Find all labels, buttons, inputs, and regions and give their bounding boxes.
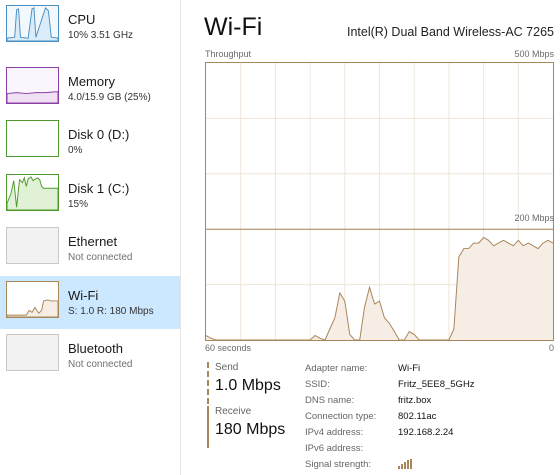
disk-0-thumbnail-graph: [6, 120, 59, 157]
page-title: Wi-Fi: [204, 13, 263, 41]
disk-1-thumbnail-graph: [6, 174, 59, 211]
sidebar-item-sub: 10% 3.51 GHz: [68, 30, 134, 41]
sidebar-item-sub: Not connected: [68, 252, 133, 263]
prop-adapter-name-value: Wi-Fi: [398, 363, 421, 374]
prop-ipv4-value: 192.168.2.24: [398, 427, 454, 438]
prop-ipv4-key: IPv4 address:: [305, 427, 364, 438]
cpu-thumbnail-graph: [6, 5, 59, 42]
sidebar: CPU 10% 3.51 GHz Memory 4.0/15.9 GB (25%…: [0, 0, 181, 475]
sidebar-item-label: CPU: [68, 12, 96, 27]
memory-thumbnail-graph: [6, 67, 59, 104]
send-label: Send: [215, 362, 239, 373]
sidebar-item-label: Disk 0 (D:): [68, 127, 130, 142]
ethernet-thumbnail-graph: [6, 227, 59, 264]
graph-max-label: 500 Mbps: [514, 49, 554, 59]
prop-adapter-name-key: Adapter name:: [305, 363, 368, 374]
graph-x-left-label: 60 seconds: [205, 343, 252, 353]
send-stat: Send 1.0 Mbps: [207, 362, 304, 404]
receive-label: Receive: [215, 406, 252, 417]
prop-connection-type-value: 802.11ac: [398, 411, 437, 422]
sidebar-item-disk-0[interactable]: Disk 0 (D:) 0%: [0, 115, 180, 168]
sidebar-item-sub: 0%: [68, 145, 83, 156]
throughput-graph: [205, 62, 554, 341]
prop-ssid-key: SSID:: [305, 379, 330, 390]
sidebar-item-sub: 4.0/15.9 GB (25%): [68, 92, 151, 103]
adapter-name-label: Intel(R) Dual Band Wireless-AC 7265: [346, 25, 554, 39]
prop-dns-name-value: fritz.box: [398, 395, 432, 406]
prop-connection-type-key: Connection type:: [305, 411, 377, 422]
main-panel: Wi-Fi Intel(R) Dual Band Wireless-AC 726…: [181, 0, 560, 475]
sidebar-item-label: Ethernet: [68, 234, 118, 249]
sidebar-item-memory[interactable]: Memory 4.0/15.9 GB (25%): [0, 62, 180, 115]
sidebar-item-label: Disk 1 (C:): [68, 181, 130, 196]
wifi-thumbnail-graph: [6, 281, 59, 318]
prop-ssid-value: Fritz_5EE8_5GHz: [398, 379, 475, 390]
receive-stat: Receive 180 Mbps: [207, 406, 304, 448]
receive-value: 180 Mbps: [215, 421, 286, 438]
sidebar-item-cpu[interactable]: CPU 10% 3.51 GHz: [0, 0, 180, 53]
sidebar-item-sub: Not connected: [68, 359, 133, 370]
send-value: 1.0 Mbps: [215, 377, 281, 394]
bluetooth-thumbnail-graph: [6, 334, 59, 371]
sidebar-item-disk-1[interactable]: Disk 1 (C:) 15%: [0, 169, 180, 222]
sidebar-item-label: Wi-Fi: [68, 288, 99, 303]
signal-strength-icon: [398, 459, 412, 469]
prop-dns-name-key: DNS name:: [305, 395, 355, 406]
sidebar-item-ethernet[interactable]: Ethernet Not connected: [0, 222, 180, 275]
sidebar-item-wifi[interactable]: Wi-Fi S: 1.0 R: 180 Mbps: [0, 276, 180, 329]
sidebar-item-sub: S: 1.0 R: 180 Mbps: [68, 306, 154, 317]
graph-title: Throughput: [205, 49, 252, 59]
sidebar-item-label: Bluetooth: [68, 341, 123, 356]
prop-ipv6-key: IPv6 address:: [305, 443, 364, 454]
sidebar-item-sub: 15%: [68, 199, 89, 210]
graph-x-right-label: 0: [548, 343, 554, 353]
throughput-graph-svg: [206, 63, 553, 340]
sidebar-item-label: Memory: [68, 74, 115, 89]
prop-signal-strength-key: Signal strength:: [305, 459, 372, 470]
graph-mid-label: 200 Mbps: [514, 213, 554, 223]
sidebar-item-bluetooth[interactable]: Bluetooth Not connected: [0, 329, 180, 382]
